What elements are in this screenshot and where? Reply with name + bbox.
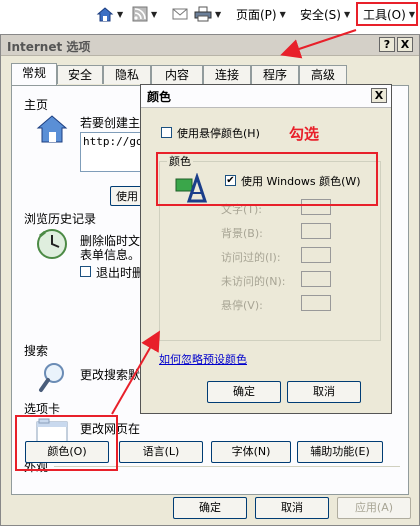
arrow-tools-to-options: [280, 29, 357, 59]
annotation-arrows: [111, 29, 357, 415]
arrow-colors-to-dialog: [111, 330, 160, 415]
